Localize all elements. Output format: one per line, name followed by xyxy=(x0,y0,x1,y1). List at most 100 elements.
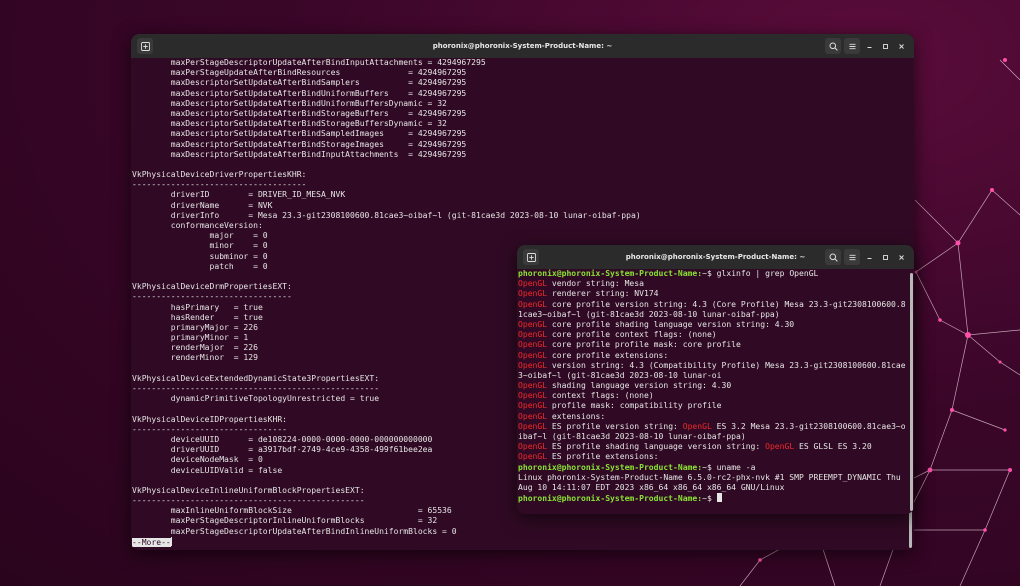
more-prompt-line: --More-- xyxy=(131,536,914,548)
prompt-line: phoronix@phoronix-System-Product-Name:~$… xyxy=(518,463,914,473)
cursor xyxy=(716,493,722,503)
output-text: core profile extensions: xyxy=(547,350,669,360)
minimize-icon xyxy=(867,46,872,48)
output-text: vendor string: Mesa xyxy=(547,279,644,289)
command-text: uname -a xyxy=(716,462,756,472)
output-line: OpenGL context flags: (none) xyxy=(518,391,914,401)
output-line: OpenGL renderer string: NV174 xyxy=(518,289,914,299)
output-line: OpenGL core profile extensions: xyxy=(518,351,914,361)
more-prompt: --More-- xyxy=(132,537,171,547)
close-button[interactable] xyxy=(895,40,908,53)
scrollbar[interactable] xyxy=(910,273,913,511)
close-icon xyxy=(899,43,904,49)
keyword-highlight: OpenGL xyxy=(518,330,548,340)
maximize-button[interactable] xyxy=(879,251,892,264)
new-tab-button[interactable] xyxy=(523,249,539,265)
terminal-line: maxDescriptorSetUpdateAfterBindUniformBu… xyxy=(132,88,467,98)
keyword-highlight: OpenGL xyxy=(518,391,548,401)
output-text: ES profile extensions: xyxy=(547,452,659,462)
menu-button[interactable] xyxy=(844,249,860,265)
output-text: context flags: (none) xyxy=(547,391,654,401)
output-text: profile mask: compatibility profile xyxy=(547,401,722,411)
output-line: OpenGL shading language version string: … xyxy=(518,381,914,391)
maximize-icon xyxy=(883,43,888,49)
prompt-host: phoronix@phoronix-System-Product-Name: xyxy=(518,269,703,278)
keyword-highlight: OpenGL xyxy=(518,421,548,431)
output-text: shading language version string: 4.30 xyxy=(547,381,732,391)
terminal-line: maxDescriptorSetUpdateAfterBindStorageBu… xyxy=(132,119,447,129)
output-line: OpenGL core profile version string: 4.3 … xyxy=(518,300,914,310)
new-tab-icon xyxy=(526,252,536,262)
output-line: Linux phoronix-System-Product-Name 6.5.0… xyxy=(518,472,901,482)
output-line: OpenGL core profile context flags: (none… xyxy=(518,330,914,340)
new-tab-icon xyxy=(140,41,150,51)
output-line: 3~oibaf~l (git-81cae3d 2023-08-10 lunar-… xyxy=(518,371,914,381)
output-text: core profile shading language version st… xyxy=(547,319,795,329)
search-icon xyxy=(829,253,838,262)
output-line: OpenGL version string: 4.3 (Compatibilit… xyxy=(518,361,914,371)
keyword-highlight: OpenGL xyxy=(518,279,548,289)
keyword-highlight: OpenGL xyxy=(682,421,712,431)
minimize-button[interactable] xyxy=(863,40,876,53)
prompt-line: phoronix@phoronix-System-Product-Name:~$… xyxy=(518,269,914,279)
close-button[interactable] xyxy=(895,251,908,264)
terminal-line: driverName = NVK xyxy=(132,200,273,210)
terminal-line: maxPerStageDescriptorUpdateAfterBindInli… xyxy=(132,526,457,536)
terminal-line: maxDescriptorSetUpdateAfterBindStorageIm… xyxy=(132,139,467,149)
hamburger-menu-icon xyxy=(849,254,855,260)
search-button[interactable] xyxy=(825,249,841,265)
titlebar[interactable]: phoronix@phoronix-System-Product-Name: ~ xyxy=(131,34,914,58)
terminal-line: driverID = DRIVER_ID_MESA_NVK xyxy=(132,190,346,200)
keyword-highlight: OpenGL xyxy=(518,401,548,411)
new-tab-button[interactable] xyxy=(137,38,153,54)
output-line: OpenGL profile mask: compatibility profi… xyxy=(518,401,914,411)
keyword-highlight: OpenGL xyxy=(518,411,548,421)
terminal-line: maxDescriptorSetUpdateAfterBindStorageBu… xyxy=(132,108,467,118)
command-text: glxinfo | grep OpenGL xyxy=(716,269,819,278)
output-text: ES profile shading language version stri… xyxy=(547,442,766,452)
output-line: OpenGL vendor string: Mesa xyxy=(518,279,914,289)
output-text: core profile context flags: (none) xyxy=(547,330,717,340)
prompt-line: phoronix@phoronix-System-Product-Name:~$ xyxy=(518,493,914,503)
terminal-line: conformanceVersion: xyxy=(132,221,263,230)
terminal-line: maxDescriptorSetUpdateAfterBindUniformBu… xyxy=(132,98,447,108)
output-line: OpenGL ES profile shading language versi… xyxy=(518,442,914,452)
keyword-highlight: OpenGL xyxy=(518,381,548,391)
terminal-line: maxPerStageDescriptorUpdateAfterBindInpu… xyxy=(132,58,486,67)
output-line: OpenGL ES profile version string: OpenGL… xyxy=(518,422,914,432)
terminal-window-glxinfo[interactable]: phoronix@phoronix-System-Product-Name: ~ xyxy=(517,245,914,514)
terminal-output[interactable]: phoronix@phoronix-System-Product-Name:~$… xyxy=(517,269,914,503)
terminal-line: maxDescriptorSetUpdateAfterBindSamplers … xyxy=(132,78,467,88)
minimize-icon xyxy=(867,257,872,259)
prompt-host: phoronix@phoronix-System-Product-Name: xyxy=(518,462,703,472)
keyword-highlight: OpenGL xyxy=(518,360,548,370)
output-line: OpenGL ES profile extensions: xyxy=(518,452,914,462)
terminal-line: maxDescriptorSetUpdateAfterBindInputAtta… xyxy=(132,149,467,159)
maximize-icon xyxy=(883,254,888,260)
keyword-highlight: OpenGL xyxy=(518,289,548,299)
minimize-button[interactable] xyxy=(863,251,876,264)
scrollbar[interactable] xyxy=(909,508,912,548)
terminal-line: ------------------------------------ xyxy=(132,180,307,190)
output-line: Aug 10 14:11:07 EDT 2023 x86_64 x86_64 x… xyxy=(518,482,785,492)
terminal-line: driverInfo = Mesa 23.3-git2308100600.81c… xyxy=(132,210,641,220)
keyword-highlight: OpenGL xyxy=(518,319,548,329)
prompt-host: phoronix@phoronix-System-Product-Name: xyxy=(518,494,703,504)
prompt-suffix: ~$ xyxy=(702,462,717,472)
prompt-suffix: ~$ xyxy=(702,269,717,278)
output-text: extensions: xyxy=(547,411,606,421)
terminal-line: maxPerStageDescriptorInlineUniformBlocks… xyxy=(132,516,438,526)
prompt-suffix: ~$ xyxy=(702,494,717,504)
terminal-line: maxDescriptorSetUpdateAfterBindSampledIm… xyxy=(132,129,467,139)
search-button[interactable] xyxy=(825,38,841,54)
keyword-highlight: OpenGL xyxy=(518,350,548,360)
search-icon xyxy=(829,42,838,51)
maximize-button[interactable] xyxy=(879,40,892,53)
output-text: renderer string: NV174 xyxy=(547,289,659,299)
menu-button[interactable] xyxy=(844,38,860,54)
output-text: ES 3.2 Mesa 23.3-git2308100600.81cae3~o xyxy=(711,421,906,431)
output-text: version string: 4.3 (Compatibility Profi… xyxy=(547,360,906,370)
titlebar[interactable]: phoronix@phoronix-System-Product-Name: ~ xyxy=(517,245,914,269)
output-text: ES GLSL ES 3.20 xyxy=(794,442,872,452)
